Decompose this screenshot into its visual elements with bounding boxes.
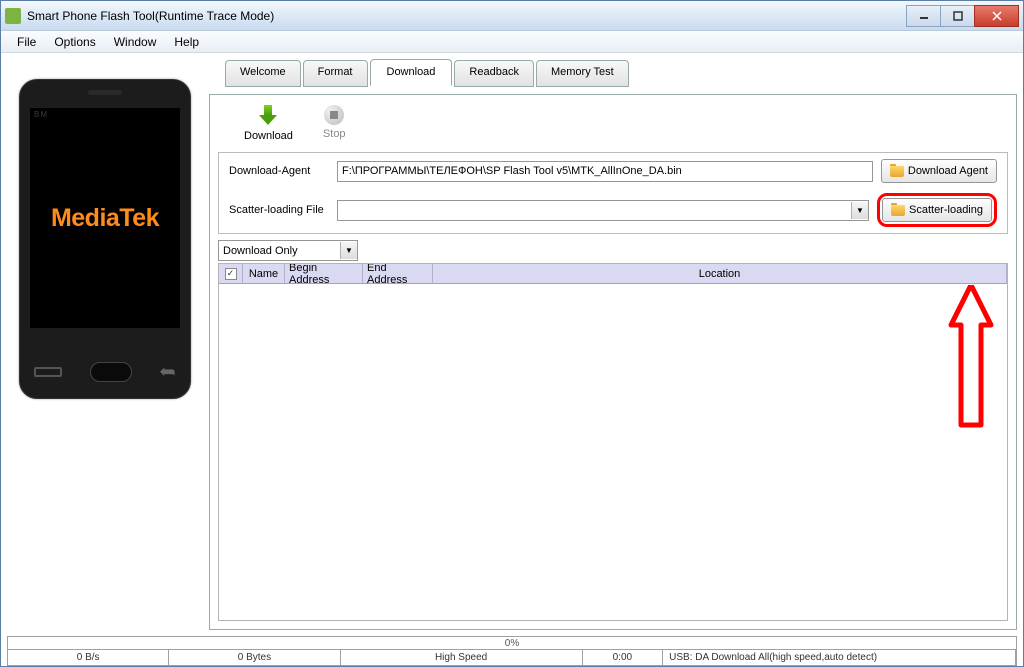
chevron-down-icon: ▼ <box>340 242 357 259</box>
status-usb: USB: DA Download All(high speed,auto det… <box>663 650 1016 665</box>
stop-button-label: Stop <box>323 128 346 140</box>
phone-back-icon: ➦ <box>159 359 176 384</box>
download-button-label: Download <box>244 130 293 142</box>
status-bar: 0% 0 B/s 0 Bytes High Speed 0:00 USB: DA… <box>7 636 1017 666</box>
download-mode-value: Download Only <box>223 245 298 257</box>
tab-welcome[interactable]: Welcome <box>225 60 301 87</box>
grid-col-location[interactable]: Location <box>433 264 1007 283</box>
tab-download[interactable]: Download <box>370 59 453 86</box>
download-agent-button[interactable]: Download Agent <box>881 159 997 183</box>
menu-window[interactable]: Window <box>106 32 165 52</box>
minimize-button[interactable] <box>906 5 941 27</box>
grid-col-end[interactable]: End Address <box>363 264 433 283</box>
phone-bm-label: BM <box>34 110 48 119</box>
close-button[interactable] <box>974 5 1019 27</box>
status-speed: 0 B/s <box>8 650 169 665</box>
grid-col-begin[interactable]: Begin Address <box>285 264 363 283</box>
download-agent-input[interactable] <box>337 161 873 182</box>
tab-readback[interactable]: Readback <box>454 60 534 87</box>
config-form: Download-Agent Download Agent Scatter-lo… <box>218 152 1008 234</box>
toolbar: Download Stop <box>214 99 1012 152</box>
grid-header: ✓ Name Begin Address End Address Locatio… <box>219 264 1007 284</box>
phone-menu-icon <box>34 367 62 377</box>
tab-memory-test[interactable]: Memory Test <box>536 60 629 87</box>
scatter-file-input[interactable]: ▼ <box>337 200 869 221</box>
grid-col-check[interactable]: ✓ <box>219 264 243 283</box>
menubar: File Options Window Help <box>1 31 1023 53</box>
phone-mockup: BM MediaTek ➦ <box>19 79 191 399</box>
progress-text: 0% <box>505 638 519 649</box>
scatter-loading-btn-label: Scatter-loading <box>909 204 983 216</box>
stop-button[interactable]: Stop <box>323 105 346 142</box>
folder-icon <box>891 205 905 216</box>
app-window: Smart Phone Flash Tool(Runtime Trace Mod… <box>0 0 1024 667</box>
sidebar-phone-preview: BM MediaTek ➦ <box>7 59 203 630</box>
download-button[interactable]: Download <box>244 105 293 142</box>
scatter-file-label: Scatter-loading File <box>229 204 329 216</box>
download-agent-label: Download-Agent <box>229 165 329 177</box>
annotation-highlight: Scatter-loading <box>877 193 997 227</box>
folder-icon <box>890 166 904 177</box>
window-title: Smart Phone Flash Tool(Runtime Trace Mod… <box>27 9 906 23</box>
menu-options[interactable]: Options <box>46 32 103 52</box>
tab-format[interactable]: Format <box>303 60 368 87</box>
progress-bar: 0% <box>7 636 1017 650</box>
maximize-button[interactable] <box>940 5 975 27</box>
status-time: 0:00 <box>583 650 664 665</box>
grid-body[interactable] <box>219 284 1007 620</box>
checkbox-icon[interactable]: ✓ <box>225 268 237 280</box>
chevron-down-icon: ▼ <box>851 202 868 219</box>
stop-icon <box>324 105 344 125</box>
status-bytes: 0 Bytes <box>169 650 340 665</box>
menu-help[interactable]: Help <box>166 32 207 52</box>
app-icon <box>5 8 21 24</box>
download-arrow-icon <box>257 105 279 127</box>
phone-home-icon <box>90 362 132 382</box>
menu-file[interactable]: File <box>9 32 44 52</box>
grid-col-name[interactable]: Name <box>243 264 285 283</box>
download-mode-select[interactable]: Download Only ▼ <box>218 240 358 261</box>
tab-strip: Welcome Format Download Readback Memory … <box>209 59 1017 86</box>
phone-brand-text: MediaTek <box>51 204 159 233</box>
scatter-loading-button[interactable]: Scatter-loading <box>882 198 992 222</box>
status-mode: High Speed <box>341 650 583 665</box>
download-agent-btn-label: Download Agent <box>908 165 988 177</box>
partition-grid: ✓ Name Begin Address End Address Locatio… <box>218 263 1008 621</box>
titlebar[interactable]: Smart Phone Flash Tool(Runtime Trace Mod… <box>1 1 1023 31</box>
tab-content: Download Stop Download-Agent Download Ag… <box>209 94 1017 630</box>
